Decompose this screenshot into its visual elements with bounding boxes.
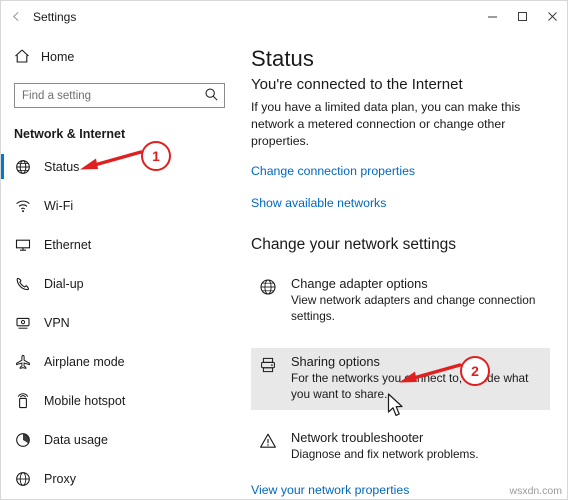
sidebar-item-label: Dial-up [44, 276, 84, 291]
sidebar-item-wifi[interactable]: Wi-Fi [1, 186, 238, 225]
search-box[interactable] [14, 83, 225, 108]
data-usage-pie-icon [14, 432, 31, 448]
option-description: View network adapters and change connect… [291, 293, 536, 323]
sidebar-item-home[interactable]: Home [1, 43, 238, 71]
annotation-arrow-1 [80, 150, 143, 170]
badge-number: 2 [471, 363, 479, 379]
page-title: Status [251, 46, 314, 71]
mobile-hotspot-icon [14, 392, 31, 409]
back-button[interactable] [1, 1, 31, 32]
sidebar-item-ethernet[interactable]: Ethernet [1, 225, 238, 264]
option-network-troubleshooter[interactable]: Network troubleshooter Diagnose and fix … [251, 424, 550, 471]
home-icon [14, 48, 30, 67]
option-title: Network troubleshooter [291, 430, 424, 445]
sidebar-item-label: VPN [44, 315, 70, 330]
sidebar-item-label: Proxy [44, 471, 76, 486]
proxy-globe-icon [14, 471, 31, 487]
adapter-globe-icon [257, 276, 279, 324]
option-change-adapter-options[interactable]: Change adapter options View network adap… [251, 270, 550, 332]
sidebar-item-airplane-mode[interactable]: Airplane mode [1, 342, 238, 381]
maximize-button[interactable] [507, 1, 537, 32]
annotation-badge-2: 2 [460, 356, 490, 386]
sidebar-item-label: Wi-Fi [44, 198, 74, 213]
minimize-icon [487, 16, 497, 18]
close-button[interactable] [537, 1, 567, 32]
option-description: Diagnose and fix network problems. [291, 447, 479, 461]
annotation-arrow-2 [399, 363, 462, 383]
badge-number: 1 [152, 148, 160, 164]
sidebar-item-label: Mobile hotspot [44, 393, 126, 408]
option-title: Change adapter options [291, 276, 428, 291]
ethernet-icon [14, 237, 31, 253]
connection-status-body: If you have a limited data plan, you can… [251, 100, 521, 148]
link-change-connection-properties[interactable]: Change connection properties [251, 164, 567, 178]
watermark: wsxdn.com [509, 485, 562, 497]
sidebar-item-vpn[interactable]: VPN [1, 303, 238, 342]
mouse-pointer [387, 393, 403, 416]
vpn-icon [14, 315, 31, 331]
wifi-icon [14, 198, 31, 214]
search-input[interactable] [15, 88, 202, 103]
annotation-badge-1: 1 [141, 141, 171, 171]
settings-window: Settings Home Find a setting Network & I… [0, 0, 568, 500]
title-bar: Settings [1, 1, 567, 32]
sidebar-item-mobile-hotspot[interactable]: Mobile hotspot [1, 381, 238, 420]
sidebar-item-data-usage[interactable]: Data usage [1, 420, 238, 459]
sidebar-nav: Status Wi-Fi Ethernet Dial-up VPN Airpla… [1, 147, 238, 498]
airplane-icon [14, 354, 31, 370]
main-content: Status You're connected to the Internet … [238, 32, 567, 499]
sidebar-item-label: Ethernet [44, 237, 92, 252]
window-controls [477, 1, 567, 32]
close-icon [547, 12, 557, 21]
connection-status-heading: You're connected to the Internet [251, 76, 463, 93]
sidebar: Home Network & Internet [1, 32, 238, 499]
minimize-button[interactable] [477, 1, 507, 32]
back-arrow-icon [12, 12, 18, 21]
sidebar-item-label: Data usage [44, 432, 108, 447]
link-show-available-networks[interactable]: Show available networks [251, 196, 567, 210]
sidebar-item-proxy[interactable]: Proxy [1, 459, 238, 498]
maximize-icon [517, 12, 527, 21]
sidebar-section-title: Network & Internet [14, 127, 126, 141]
sharing-options-icon [257, 354, 279, 402]
sidebar-item-dialup[interactable]: Dial-up [1, 264, 238, 303]
warning-triangle-icon [257, 430, 279, 463]
status-globe-icon [14, 159, 31, 175]
window-title: Settings [33, 9, 77, 24]
change-network-settings-heading: Change your network settings [251, 236, 457, 253]
search-icon[interactable] [204, 87, 219, 105]
sidebar-item-label: Airplane mode [44, 354, 125, 369]
sidebar-item-label: Status [44, 159, 80, 174]
home-label: Home [41, 50, 75, 64]
dialup-phone-icon [14, 276, 31, 292]
